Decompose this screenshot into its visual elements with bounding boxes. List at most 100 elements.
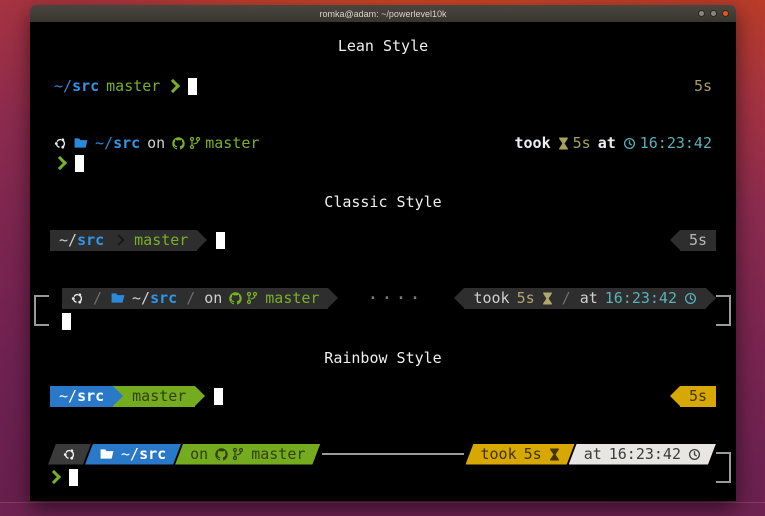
dir-prefix: ~/ <box>59 387 77 405</box>
github-octocat-icon <box>172 137 185 150</box>
branch-segment: master <box>123 386 195 407</box>
prompt-frame-left <box>34 295 49 326</box>
classic-prompt-2-line2 <box>62 311 736 331</box>
prompt-filler-dots: ···· <box>368 289 424 307</box>
git-branch-name: master <box>251 445 305 463</box>
subsegment-separator: / <box>184 289 197 307</box>
duration-segment: took 5s <box>466 444 575 465</box>
clock-icon <box>623 137 636 150</box>
segment-boundary <box>113 386 123 407</box>
rainbow-prompt-2-line2 <box>30 467 736 487</box>
heading-text: Classic Style <box>324 193 441 211</box>
window-controls <box>698 10 729 17</box>
git-segment: on master <box>175 444 320 465</box>
current-time: 16:23:42 <box>609 445 681 463</box>
dir-prefix: ~/ <box>132 289 150 307</box>
section-heading-lean: Lean Style <box>30 36 736 56</box>
command-duration: 5s <box>517 289 535 307</box>
current-time: 16:23:42 <box>640 134 712 152</box>
heading-text: Lean Style <box>338 37 428 55</box>
prompt-chevron-icon <box>47 470 61 484</box>
folder-icon <box>74 137 88 149</box>
subsegment-separator: / <box>91 289 104 307</box>
clock-icon <box>684 292 697 305</box>
on-label: on <box>190 445 208 463</box>
at-label: at <box>598 134 616 152</box>
duration-segment: 5s <box>680 386 716 407</box>
close-button[interactable] <box>722 10 729 17</box>
powerline-start-cap <box>454 288 464 308</box>
dir-anchor: src <box>150 289 177 307</box>
dir-prefix: ~/ <box>95 134 113 152</box>
terminal-cursor[interactable] <box>214 388 223 405</box>
prompt-chevron-icon <box>53 156 67 170</box>
window-title: romka@adam: ~/powerlevel10k <box>320 9 447 19</box>
powerline-start-cap <box>670 230 680 250</box>
hourglass-icon <box>549 448 560 461</box>
terminal-content[interactable]: Lean Style ~/src master 5s ~/src on <box>30 22 736 501</box>
command-duration: 5s <box>573 134 591 152</box>
git-branch-name: master <box>132 387 186 405</box>
at-label: at <box>584 445 602 463</box>
terminal-cursor[interactable] <box>69 469 78 486</box>
git-branch-icon <box>232 447 244 461</box>
terminal-cursor[interactable] <box>75 155 84 172</box>
clock-icon <box>688 448 701 461</box>
took-label: took <box>515 134 551 152</box>
section-heading-rainbow: Rainbow Style <box>30 348 736 368</box>
terminal-cursor[interactable] <box>216 232 225 249</box>
powerline-end-cap <box>195 386 205 406</box>
folder-icon <box>100 448 114 460</box>
terminal-cursor[interactable] <box>188 78 197 95</box>
duration-segment: 5s <box>680 230 716 251</box>
folder-icon <box>111 292 125 304</box>
git-branch-name: master <box>134 231 188 249</box>
ubuntu-os-icon <box>63 448 76 461</box>
heading-text: Rainbow Style <box>324 349 441 367</box>
dir-segment: ~/src <box>50 386 113 407</box>
rainbow-prompt-2-line1: ~/src on master took 5s <box>48 444 716 464</box>
hourglass-icon <box>542 292 553 305</box>
github-octocat-icon <box>229 292 242 305</box>
prompt-chevron-icon <box>166 79 180 93</box>
powerline-end-cap <box>706 288 716 308</box>
powerline-start-cap <box>670 386 680 406</box>
time-segment: at 16:23:42 <box>569 444 716 465</box>
classic-prompt-2-line1: / ~/src / on master ···· <box>62 288 716 308</box>
current-time: 16:23:42 <box>605 289 677 307</box>
dir-anchor: src <box>113 134 140 152</box>
section-heading-classic: Classic Style <box>30 192 736 212</box>
command-duration: 5s <box>694 77 712 95</box>
maximize-button[interactable] <box>710 10 717 17</box>
minimize-button[interactable] <box>698 10 705 17</box>
lean-prompt-1: ~/src master 5s <box>30 76 736 96</box>
terminal-cursor[interactable] <box>62 313 71 330</box>
dir-anchor: src <box>139 445 166 463</box>
git-branch-icon <box>189 136 201 150</box>
dir-prefix: ~/ <box>54 77 72 95</box>
desktop-wallpaper-horizon <box>0 502 765 516</box>
left-prompt-bar: / ~/src / on master <box>62 288 328 309</box>
right-prompt-bar: took 5s / at 16:23:42 <box>464 288 706 309</box>
hourglass-icon <box>558 137 569 150</box>
command-duration: 5s <box>689 231 707 249</box>
terminal-window: romka@adam: ~/powerlevel10k Lean Style ~… <box>30 5 736 501</box>
command-duration: 5s <box>524 445 542 463</box>
took-label: took <box>481 445 517 463</box>
subsegment-separator-icon <box>113 234 124 245</box>
github-octocat-icon <box>215 448 228 461</box>
dir-segment: ~/src <box>85 444 181 465</box>
ubuntu-os-icon <box>71 292 84 305</box>
command-duration: 5s <box>689 387 707 405</box>
dir-anchor: src <box>77 231 104 249</box>
dir-prefix: ~/ <box>59 231 77 249</box>
lean-prompt-2-line1: ~/src on master took 5s at <box>30 133 736 153</box>
git-branch-name: master <box>265 289 319 307</box>
window-titlebar[interactable]: romka@adam: ~/powerlevel10k <box>30 5 736 22</box>
on-label: on <box>204 289 222 307</box>
ubuntu-os-icon <box>54 137 67 150</box>
powerline-end-cap <box>328 288 338 308</box>
prompt-connector-line <box>322 453 463 455</box>
dir-anchor: src <box>77 387 104 405</box>
took-label: took <box>473 289 509 307</box>
